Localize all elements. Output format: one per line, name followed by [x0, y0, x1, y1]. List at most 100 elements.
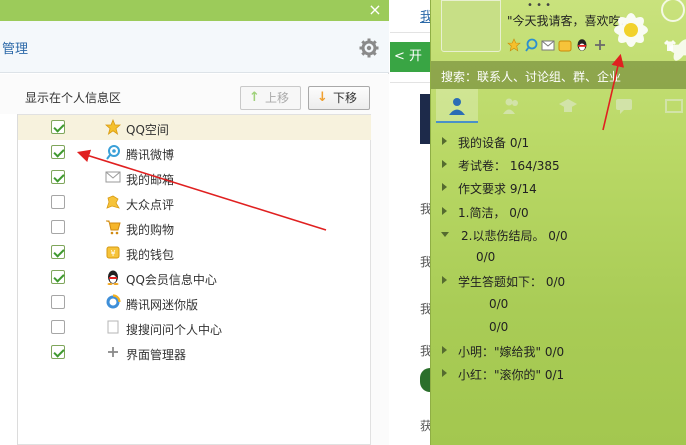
text-fragment: 我	[420, 302, 430, 316]
contact-group[interactable]: 考试卷： 164/385	[431, 154, 686, 176]
thumbnail-image	[420, 94, 430, 144]
divider	[390, 32, 430, 33]
settings-dialog: × 管理 显示在个人信息区 ↑ 上移 ↓ 下移 QQ空间 腾讯微博 我的邮箱 大…	[0, 0, 389, 445]
web-link[interactable]: 我	[420, 6, 430, 24]
list-item-label: QQ会员信息中心	[126, 273, 217, 287]
checkbox[interactable]	[51, 270, 65, 284]
list-item[interactable]: 我的购物	[18, 215, 371, 240]
expand-arrow-icon	[442, 369, 447, 377]
flower-decoration-icon	[614, 0, 686, 61]
dianping-icon	[106, 195, 120, 209]
wallet-icon: ¥	[106, 246, 120, 259]
more-icon: • • •	[527, 0, 552, 11]
web-page-strip: 我 < 开 我 我 我 我 获	[390, 0, 430, 445]
globe-icon	[106, 294, 121, 309]
tab-contacts[interactable]	[436, 89, 478, 123]
contact-group[interactable]: 小红："滚你的" 0/1	[431, 363, 686, 385]
checkbox[interactable]	[51, 120, 65, 134]
list-item-label: 我的钱包	[126, 248, 175, 262]
document-icon	[107, 320, 119, 334]
qq-penguin-icon[interactable]	[575, 38, 589, 52]
list-item[interactable]: 腾讯网迷你版	[18, 290, 371, 315]
weibo-icon	[106, 145, 120, 160]
checkbox[interactable]	[51, 195, 65, 209]
contact-group[interactable]: 我的设备 0/1	[431, 131, 686, 153]
group-label: 我的设备 0/1	[458, 136, 530, 150]
move-down-button[interactable]: ↓ 下移	[308, 86, 370, 110]
item-list: QQ空间 腾讯微博 我的邮箱 大众点评 我的购物 ¥ 我的钱包 QQ会员信息中心…	[18, 114, 371, 445]
checkbox[interactable]	[51, 295, 65, 309]
checkbox[interactable]	[51, 320, 65, 334]
tab-groups[interactable]	[491, 89, 533, 123]
list-item-label: 我的邮箱	[126, 173, 175, 187]
qzone-star-icon[interactable]	[507, 38, 521, 52]
list-item[interactable]: 大众点评	[18, 190, 371, 215]
svg-text:¥: ¥	[110, 249, 115, 258]
list-item-label: 界面管理器	[126, 348, 187, 362]
tab-school[interactable]	[547, 89, 589, 123]
graduation-cap-icon	[559, 99, 577, 112]
list-item[interactable]: QQ会员信息中心	[18, 265, 371, 290]
weibo-icon[interactable]	[524, 38, 538, 52]
open-button[interactable]: < 开	[390, 42, 430, 72]
group-label: 2.以悲伤结局。 0/0	[461, 229, 568, 243]
avatar	[420, 368, 430, 392]
share-icon: <	[394, 49, 405, 64]
contact-group[interactable]: 1.简洁， 0/0	[431, 201, 686, 223]
expand-arrow-icon	[442, 207, 447, 215]
list-item[interactable]: 我的邮箱	[18, 165, 371, 190]
group-label: 0/0	[476, 250, 496, 264]
group-label: 0/0	[489, 320, 509, 334]
gear-icon[interactable]	[359, 38, 379, 58]
list-item[interactable]: 腾讯微博	[18, 140, 371, 165]
contact-group[interactable]: 学生答题如下： 0/0	[431, 270, 686, 292]
contact-group[interactable]: 0/0	[431, 317, 686, 339]
cart-icon	[106, 220, 121, 235]
expand-arrow-icon	[442, 160, 447, 168]
close-button[interactable]: ×	[367, 1, 383, 19]
search-bar[interactable]: 搜索：联系人、讨论组、群、企业	[431, 61, 686, 89]
list-item-label: 搜搜问问个人中心	[126, 323, 223, 337]
checkbox[interactable]	[51, 245, 65, 259]
search-placeholder: 搜索：联系人、讨论组、群、企业	[441, 70, 622, 84]
contact-group-list: 我的设备 0/1 考试卷： 164/385 作文要求 9/14 1.简洁， 0/…	[431, 123, 686, 445]
contact-group[interactable]: 0/0	[431, 294, 686, 316]
wallet-icon[interactable]	[558, 38, 572, 52]
dialog-title: 管理	[2, 42, 29, 57]
avatar[interactable]	[441, 0, 501, 52]
text-fragment: 获	[420, 419, 430, 433]
contact-group[interactable]: 2.以悲伤结局。 0/0	[431, 224, 686, 246]
contact-group[interactable]: 作文要求 9/14	[431, 177, 686, 199]
mail-icon[interactable]	[541, 38, 555, 52]
group-label: 考试卷： 164/385	[458, 159, 560, 173]
checkbox[interactable]	[51, 345, 65, 359]
shirt-icon[interactable]	[663, 38, 677, 52]
text-fragment: 我	[420, 344, 430, 358]
divider	[390, 82, 430, 83]
tab-messages[interactable]	[603, 89, 645, 123]
checkbox[interactable]	[51, 170, 65, 184]
contact-group[interactable]: 小明："嫁给我" 0/0	[431, 340, 686, 362]
dialog-titlebar: ×	[0, 0, 389, 21]
plus-icon[interactable]	[593, 38, 607, 52]
window-icon	[665, 99, 683, 113]
group-label: 学生答题如下： 0/0	[458, 275, 566, 289]
section-label: 显示在个人信息区	[25, 91, 122, 105]
move-up-button[interactable]: ↑ 上移	[240, 86, 301, 110]
arrow-up-icon: ↑	[249, 90, 260, 105]
checkbox[interactable]	[51, 145, 65, 159]
list-item-label: QQ空间	[126, 123, 169, 137]
checkbox[interactable]	[51, 220, 65, 234]
list-item[interactable]: ¥ 我的钱包	[18, 240, 371, 265]
list-item[interactable]: QQ空间	[18, 115, 371, 140]
dialog-header: 管理	[0, 21, 389, 73]
contact-group[interactable]: 0/0	[431, 247, 686, 269]
text-fragment: 我	[420, 202, 430, 216]
tab-more[interactable]	[653, 89, 686, 123]
move-down-label: 下移	[333, 91, 358, 105]
open-button-label: 开	[409, 49, 423, 64]
group-label: 作文要求 9/14	[458, 182, 537, 196]
group-label: 1.简洁， 0/0	[458, 206, 529, 220]
list-item[interactable]: 界面管理器	[18, 340, 371, 365]
list-item[interactable]: 搜搜问问个人中心	[18, 315, 371, 340]
